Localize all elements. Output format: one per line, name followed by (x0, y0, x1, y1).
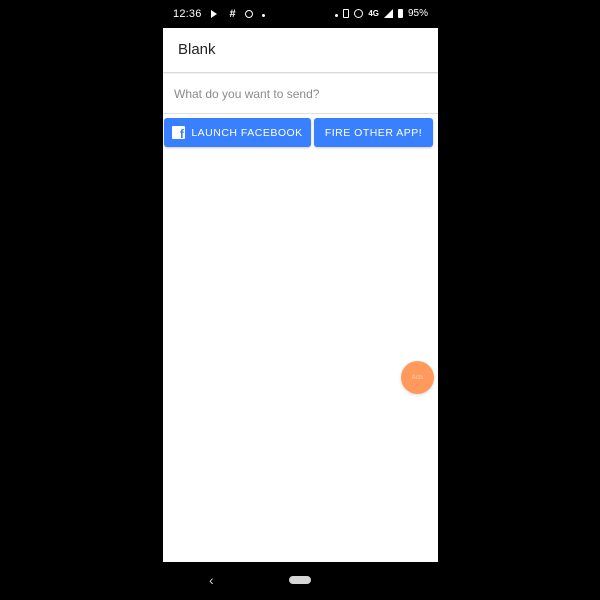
device-screen: 12:36 # 4G 95% Blank f LAUNCH FACEBOOK F… (0, 0, 600, 600)
navigation-bar: ‹ (163, 562, 438, 600)
hash-icon: # (229, 8, 236, 20)
home-pill-icon[interactable] (289, 576, 311, 584)
signal-icon (383, 9, 393, 18)
notification-dot-icon (261, 14, 265, 17)
play-icon (210, 9, 221, 19)
vibrate-icon (343, 9, 350, 18)
hotspot-icon (354, 9, 364, 18)
status-bar-right: 4G 95% (335, 8, 428, 19)
app-screen: Blank f LAUNCH FACEBOOK FIRE OTHER APP! … (163, 28, 438, 562)
message-input[interactable] (163, 74, 438, 114)
launch-facebook-label: LAUNCH FACEBOOK (191, 126, 303, 139)
page-title: Blank (178, 41, 216, 58)
status-bar-left: 12:36 # (173, 8, 265, 20)
notification-dot-icon (335, 13, 339, 17)
facebook-icon: f (172, 126, 186, 139)
battery-percentage: 95% (407, 8, 428, 19)
back-icon[interactable]: ‹ (209, 572, 214, 588)
network-type-label: 4G (368, 9, 379, 18)
toolbar: Blank (163, 28, 438, 73)
status-bar: 12:36 # 4G 95% (163, 0, 438, 28)
launch-facebook-button[interactable]: f LAUNCH FACEBOOK (164, 118, 311, 147)
pokeball-icon (244, 10, 253, 18)
fire-other-app-label: FIRE OTHER APP! (324, 126, 423, 139)
floating-action-button[interactable]: Acts (401, 361, 434, 394)
status-time: 12:36 (173, 8, 202, 20)
fire-other-app-button[interactable]: FIRE OTHER APP! (314, 118, 433, 147)
battery-icon (397, 9, 403, 18)
fab-label: Acts (411, 374, 424, 381)
